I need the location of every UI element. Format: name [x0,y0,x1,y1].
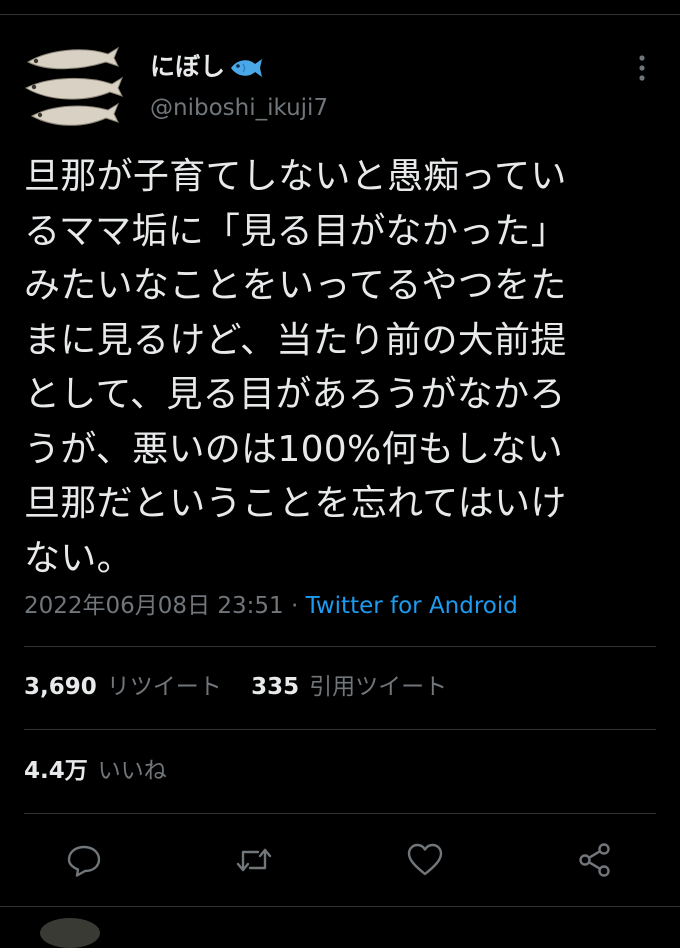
tweet-timestamp[interactable]: 2022年06月08日 23:51 [24,593,284,619]
fish-emoji-icon [231,59,263,77]
divider [24,646,656,647]
tweet-source-link[interactable]: Twitter for Android [306,593,518,619]
top-divider [0,14,680,15]
retweet-icon[interactable] [234,840,274,880]
author-name-text: にぼし [150,52,226,81]
tweet-text-line: 旦那が子育てしないと愚痴ってい [24,156,567,197]
divider [24,729,656,730]
likes-stat[interactable]: 4.4万 いいね [24,758,167,784]
retweets-stat[interactable]: 3,690 リツイート [24,674,222,700]
retweets-count: 3,690 [24,674,97,700]
meta-separator: · [290,593,299,619]
retweet-stats-row: 3,690 リツイート 335 引用ツイート [24,670,469,704]
likes-count: 4.4万 [24,758,88,784]
author-display-name[interactable]: にぼし [150,50,263,84]
tweet-meta: 2022年06月08日 23:51 · Twitter for Android [24,588,518,624]
likes-label: いいね [97,758,167,784]
bottom-divider [0,906,680,907]
share-icon[interactable] [575,840,615,880]
reply-icon[interactable] [64,840,104,880]
next-reply-avatar [40,918,100,948]
divider [24,813,656,814]
tweet-text-line: みたいなことをいってるやつをた [24,265,567,306]
quotes-count: 335 [251,674,300,700]
tweet-text-line: うが、悪いのは100%何もしない [24,428,563,470]
quotes-label: 引用ツイート [309,674,448,700]
author-handle[interactable]: @niboshi_ikuji7 [150,92,328,124]
tweet-text-line: まに見るけど、当たり前の大前提 [24,319,567,361]
tweet-text-line: として、見る目があろうがなかろ [24,374,566,415]
tweet-text: 旦那が子育てしないと愚痴ってい るママ垢に「見る目がなかった」 みたいなことをい… [24,150,664,586]
more-options-icon[interactable] [628,52,656,84]
likes-stats-row: 4.4万 いいね [24,754,189,788]
tweet-text-line: ない。 [24,537,133,579]
tweet-actions-bar [0,834,680,884]
tweet-text-line: 旦那だということを忘れてはいけ [24,483,567,524]
tweet-text-line: るママ垢に「見る目がなかった」 [24,210,568,252]
quotes-stat[interactable]: 335 引用ツイート [251,674,447,700]
retweets-label: リツイート [106,674,222,700]
dried-sardines-avatar[interactable] [20,40,124,144]
like-icon[interactable] [405,840,445,880]
